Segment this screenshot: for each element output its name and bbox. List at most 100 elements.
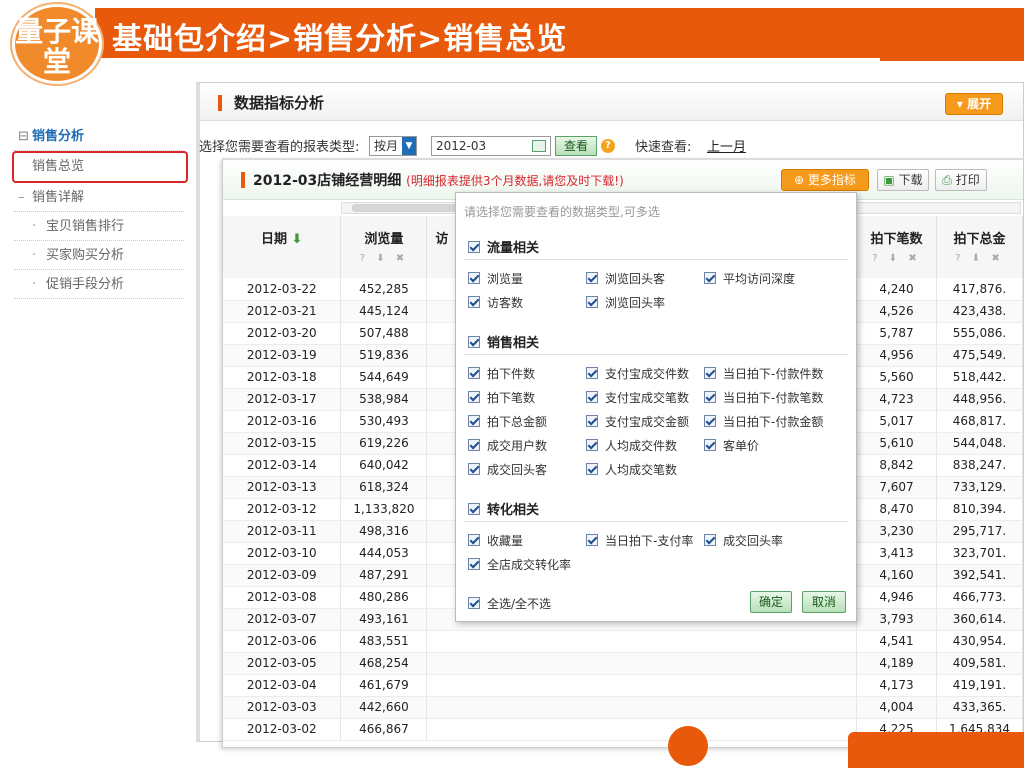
expand-button[interactable]: ▾ 展开: [945, 93, 1003, 115]
cell-pageviews: 480,286: [340, 586, 428, 609]
option-sales-metric[interactable]: 拍下件数: [468, 365, 535, 382]
option-sales-metric[interactable]: 成交用户数: [468, 437, 547, 454]
checkbox[interactable]: [468, 415, 480, 427]
option-store-conversion[interactable]: 全店成交转化率: [468, 556, 571, 573]
month-input[interactable]: 2012-03: [431, 136, 551, 156]
checkbox[interactable]: [468, 336, 480, 348]
sidebar-item-sales-overview[interactable]: 销售总览: [12, 151, 188, 183]
checkbox[interactable]: [704, 415, 716, 427]
checkbox[interactable]: [586, 415, 598, 427]
option-pay-rate[interactable]: 当日拍下-支付率: [586, 532, 693, 549]
sidebar-item-sales-analysis[interactable]: ⊟ 销售分析: [14, 122, 184, 151]
checkbox[interactable]: [468, 296, 480, 308]
scrollbar-thumb[interactable]: [352, 204, 462, 212]
sidebar-item-sales-detail[interactable]: – 销售详解: [14, 183, 184, 212]
checkbox[interactable]: [586, 391, 598, 403]
group-traffic[interactable]: 流量相关: [468, 237, 539, 256]
checkbox[interactable]: [586, 439, 598, 451]
table-row: 2012-03-04 461,679 4,173 419,191.: [223, 674, 1023, 697]
option-sales-metric[interactable]: 成交回头客: [468, 461, 547, 478]
cell-date: 2012-03-14: [223, 454, 342, 477]
sort-down-icon[interactable]: ⬇: [292, 232, 303, 247]
option-returning-visitors[interactable]: 浏览回头客: [586, 270, 665, 287]
sidebar-item-product-ranking[interactable]: · 宝贝销售排行: [14, 212, 184, 241]
col-orders[interactable]: 拍下笔数 ? ⬇ ✖: [856, 216, 937, 278]
checkbox[interactable]: [468, 272, 480, 284]
checkbox[interactable]: [468, 439, 480, 451]
option-return-rate[interactable]: 浏览回头率: [586, 294, 665, 311]
option-repeat-rate[interactable]: 成交回头率: [704, 532, 783, 549]
col-amount[interactable]: 拍下总金 ? ⬇ ✖: [936, 216, 1023, 278]
calendar-icon[interactable]: [532, 140, 546, 152]
checkbox[interactable]: [468, 241, 480, 253]
checkbox[interactable]: [468, 367, 480, 379]
sidebar-item-promotion-analysis[interactable]: · 促销手段分析: [14, 270, 184, 299]
previous-month-link[interactable]: 上一月: [707, 136, 746, 155]
checkbox[interactable]: [704, 367, 716, 379]
checkbox[interactable]: [586, 367, 598, 379]
checkbox[interactable]: [586, 272, 598, 284]
cell-pageviews: 507,488: [340, 322, 428, 345]
column-tools-icon[interactable]: ? ⬇ ✖: [857, 253, 936, 264]
cell-pageviews: 619,226: [340, 432, 428, 455]
print-button[interactable]: ⎙ 打印: [935, 169, 987, 191]
checkbox[interactable]: [468, 463, 480, 475]
checkbox[interactable]: [468, 391, 480, 403]
column-tools-icon[interactable]: ? ⬇ ✖: [341, 253, 426, 264]
checkbox[interactable]: [704, 534, 716, 546]
cancel-button[interactable]: 取消: [802, 591, 846, 613]
cell-orders: 4,173: [856, 674, 937, 697]
group-sales[interactable]: 销售相关: [468, 332, 539, 351]
bullet-icon: ·: [32, 248, 37, 263]
checkbox[interactable]: [586, 296, 598, 308]
option-label: 人均成交件数: [605, 439, 678, 453]
option-sales-metric[interactable]: 拍下总金额: [468, 413, 547, 430]
option-sales-metric[interactable]: 支付宝成交笔数: [586, 389, 689, 406]
option-sales-metric[interactable]: 人均成交件数: [586, 437, 677, 454]
checkbox[interactable]: [586, 463, 598, 475]
col-pageviews[interactable]: 浏览量 ? ⬇ ✖: [340, 216, 428, 278]
cell-pageviews: 519,836: [340, 344, 428, 367]
option-sales-metric[interactable]: 当日拍下-付款件数: [704, 365, 823, 382]
cell-pageviews: 498,316: [340, 520, 428, 543]
checkbox[interactable]: [704, 391, 716, 403]
more-metrics-button[interactable]: ⊕ 更多指标: [781, 169, 869, 191]
cell-date: 2012-03-22: [223, 278, 342, 301]
option-visitors[interactable]: 访客数: [468, 294, 523, 311]
confirm-button[interactable]: 确定: [750, 591, 792, 613]
checkbox[interactable]: [468, 558, 480, 570]
period-select[interactable]: 按月 ▼: [369, 136, 418, 156]
option-sales-metric[interactable]: 支付宝成交件数: [586, 365, 689, 382]
column-tools-icon[interactable]: ? ⬇ ✖: [937, 253, 1022, 264]
checkbox[interactable]: [704, 439, 716, 451]
option-visit-depth[interactable]: 平均访问深度: [704, 270, 795, 287]
download-button[interactable]: ▣ 下载: [877, 169, 929, 191]
cell-pageviews: 538,984: [340, 388, 428, 411]
group-conversion[interactable]: 转化相关: [468, 499, 539, 518]
checkbox[interactable]: [468, 503, 480, 515]
select-all-toggle[interactable]: 全选/全不选: [468, 595, 551, 612]
option-sales-metric[interactable]: 支付宝成交金额: [586, 413, 689, 430]
checkbox[interactable]: [586, 534, 598, 546]
cell-orders: 4,541: [856, 630, 937, 653]
sidebar-item-buyer-analysis[interactable]: · 买家购买分析: [14, 241, 184, 270]
option-label: 客单价: [723, 439, 760, 453]
option-sales-metric[interactable]: 当日拍下-付款笔数: [704, 389, 823, 406]
col-date[interactable]: 日期 ⬇: [223, 216, 342, 278]
checkbox[interactable]: [468, 534, 480, 546]
option-sales-metric[interactable]: 拍下笔数: [468, 389, 535, 406]
query-button[interactable]: 查看: [555, 136, 598, 156]
option-pageviews[interactable]: 浏览量: [468, 270, 523, 287]
checkbox[interactable]: [704, 272, 716, 284]
option-sales-metric[interactable]: 客单价: [704, 437, 759, 454]
option-sales-metric[interactable]: 当日拍下-付款金额: [704, 413, 823, 430]
divider: [464, 259, 848, 260]
cell-date: 2012-03-18: [223, 366, 342, 389]
checkbox[interactable]: [468, 597, 480, 609]
cell-orders: 8,842: [856, 454, 937, 477]
col-orders-label: 拍下笔数: [870, 232, 923, 247]
option-sales-metric[interactable]: 人均成交笔数: [586, 461, 677, 478]
cell-pageviews: 483,551: [340, 630, 428, 653]
option-favorites[interactable]: 收藏量: [468, 532, 523, 549]
help-icon[interactable]: ?: [601, 139, 615, 153]
